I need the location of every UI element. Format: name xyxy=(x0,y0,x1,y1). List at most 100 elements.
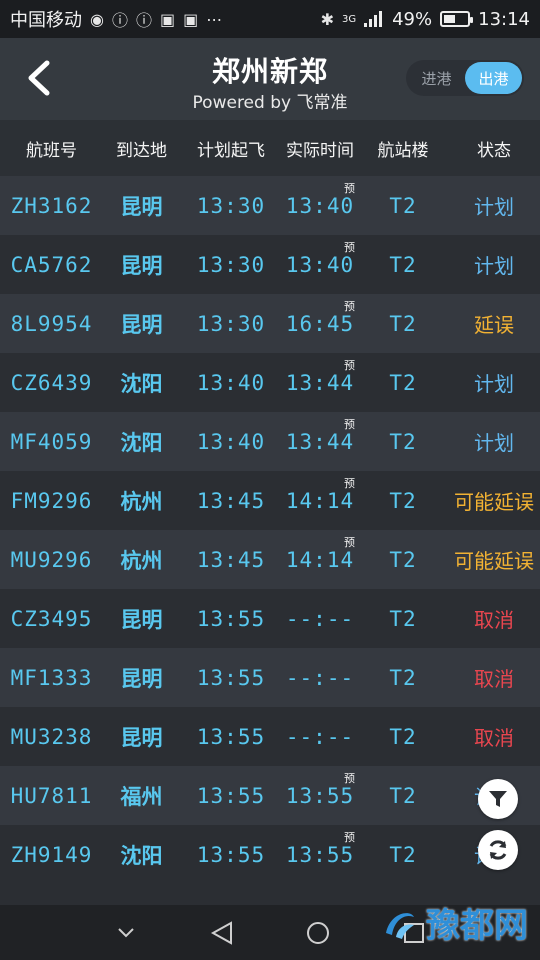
destination: 杭州 xyxy=(120,489,163,514)
flight-number: MF1333 xyxy=(10,665,93,690)
header-planned: 计划起飞 xyxy=(197,140,265,161)
estimate-marker: 预 xyxy=(344,299,356,313)
header-flight: 航班号 xyxy=(26,140,77,161)
destination: 沈阳 xyxy=(120,430,163,455)
tab-arrive[interactable]: 进港 xyxy=(408,62,465,94)
destination: 昆明 xyxy=(120,253,163,278)
actual-time: --:-- xyxy=(282,607,358,631)
table-row[interactable]: 8L9954 昆明 13:30 16:45 预 T2 延误 xyxy=(0,294,540,353)
planned-time: 13:55 xyxy=(196,783,266,808)
actual-time-value: 13:44 xyxy=(285,429,355,454)
info-icon-2: ⓘ xyxy=(135,11,152,30)
header-actual: 实际时间 xyxy=(286,140,354,161)
planned-time: 13:40 xyxy=(196,370,266,395)
tab-depart[interactable]: 出港 xyxy=(465,62,522,94)
refresh-icon xyxy=(489,840,507,860)
nav-home-button[interactable] xyxy=(300,915,336,951)
flight-number: CZ6439 xyxy=(10,370,93,395)
table-row[interactable]: MU3238 昆明 13:55 --:-- T2 取消 xyxy=(0,707,540,766)
terminal: T2 xyxy=(389,724,417,749)
flight-status: 延误 xyxy=(474,313,514,337)
actual-time-value: --:-- xyxy=(285,724,355,749)
flight-list: ZH3162 昆明 13:30 13:40 预 T2 计划 CA5762 昆明 … xyxy=(0,176,540,884)
nav-down-button[interactable] xyxy=(108,915,144,951)
flight-number: ZH9149 xyxy=(10,842,93,867)
destination: 杭州 xyxy=(120,548,163,573)
status-bar: 中国移动 ◉ ⓘ ⓘ ▣ ▣ ⋯ ✱ 3G 49% 13:14 xyxy=(0,0,540,38)
destination: 沈阳 xyxy=(120,843,163,868)
actual-time-value: --:-- xyxy=(285,665,355,690)
watermark: 豫都网 xyxy=(380,898,528,947)
destination: 昆明 xyxy=(120,312,163,337)
terminal: T2 xyxy=(389,783,417,808)
planned-time: 13:55 xyxy=(196,842,266,867)
carrier-label: 中国移动 xyxy=(10,10,82,31)
triangle-back-icon xyxy=(210,920,232,945)
estimate-marker: 预 xyxy=(344,535,356,549)
actual-time: 13:44 预 xyxy=(282,359,358,395)
actual-time-value: 13:40 xyxy=(285,252,355,277)
flight-status: 计划 xyxy=(474,254,514,278)
terminal: T2 xyxy=(389,606,417,631)
actual-time: --:-- xyxy=(282,666,358,690)
watermark-logo-icon xyxy=(386,912,414,939)
planned-time: 13:45 xyxy=(196,488,266,513)
terminal: T2 xyxy=(389,547,417,572)
filter-button[interactable] xyxy=(478,779,518,819)
terminal: T2 xyxy=(389,252,417,277)
battery-icon xyxy=(440,11,474,27)
app-icon-2: ▣ xyxy=(183,9,199,29)
flight-number: MU3238 xyxy=(10,724,93,749)
chevron-down-icon xyxy=(118,927,134,937)
estimate-marker: 预 xyxy=(344,417,356,431)
table-row[interactable]: ZH9149 沈阳 13:55 13:55 预 T2 计划 xyxy=(0,825,540,884)
table-row[interactable]: ZH3162 昆明 13:30 13:40 预 T2 计划 xyxy=(0,176,540,235)
destination: 昆明 xyxy=(120,194,163,219)
estimate-marker: 预 xyxy=(344,476,356,490)
signal-icon xyxy=(364,11,384,27)
planned-time: 13:30 xyxy=(196,193,266,218)
refresh-button[interactable] xyxy=(478,830,518,870)
table-row[interactable]: CZ6439 沈阳 13:40 13:44 预 T2 计划 xyxy=(0,353,540,412)
actual-time-value: 14:14 xyxy=(285,488,355,513)
terminal: T2 xyxy=(389,311,417,336)
planned-time: 13:55 xyxy=(196,665,266,690)
actual-time-value: --:-- xyxy=(285,606,355,631)
flight-status: 取消 xyxy=(474,667,514,691)
header-terminal: 航站楼 xyxy=(377,140,429,161)
table-row[interactable]: MF4059 沈阳 13:40 13:44 预 T2 计划 xyxy=(0,412,540,471)
estimate-marker: 预 xyxy=(344,771,356,785)
actual-time-value: 13:44 xyxy=(285,370,355,395)
estimate-marker: 预 xyxy=(344,830,356,844)
destination: 昆明 xyxy=(120,666,163,691)
terminal: T2 xyxy=(389,842,417,867)
more-icon: ⋯ xyxy=(206,9,223,29)
estimate-marker: 预 xyxy=(344,240,356,254)
table-row[interactable]: CA5762 昆明 13:30 13:40 预 T2 计划 xyxy=(0,235,540,294)
table-row[interactable]: MU9296 杭州 13:45 14:14 预 T2 可能延误 xyxy=(0,530,540,589)
estimate-marker: 预 xyxy=(344,181,356,195)
circle-home-icon xyxy=(307,921,329,944)
terminal: T2 xyxy=(389,370,417,395)
status-right: ✱ 3G 49% 13:14 xyxy=(321,9,530,30)
table-row[interactable]: MF1333 昆明 13:55 --:-- T2 取消 xyxy=(0,648,540,707)
flight-number: MF4059 xyxy=(10,429,93,454)
flight-number: 8L9954 xyxy=(10,311,93,336)
table-header: 航班号 到达地 计划起飞 实际时间 航站楼 状态 xyxy=(0,120,540,176)
nav-back-button[interactable] xyxy=(204,915,240,951)
table-row[interactable]: CZ3495 昆明 13:55 --:-- T2 取消 xyxy=(0,589,540,648)
terminal: T2 xyxy=(389,193,417,218)
actual-time: 14:14 预 xyxy=(282,536,358,572)
terminal: T2 xyxy=(389,488,417,513)
table-row[interactable]: HU7811 福州 13:55 13:55 预 T2 计划 xyxy=(0,766,540,825)
table-row[interactable]: FM9296 杭州 13:45 14:14 预 T2 可能延误 xyxy=(0,471,540,530)
header-status: 状态 xyxy=(477,140,511,161)
flight-status: 可能延误 xyxy=(454,490,534,514)
actual-time-value: 13:40 xyxy=(285,193,355,218)
actual-time-value: 13:55 xyxy=(285,842,355,867)
destination: 福州 xyxy=(120,784,163,809)
planned-time: 13:55 xyxy=(196,606,266,631)
bluetooth-icon: ✱ xyxy=(320,9,334,29)
flight-number: HU7811 xyxy=(10,783,93,808)
actual-time: 16:45 预 xyxy=(282,300,358,336)
